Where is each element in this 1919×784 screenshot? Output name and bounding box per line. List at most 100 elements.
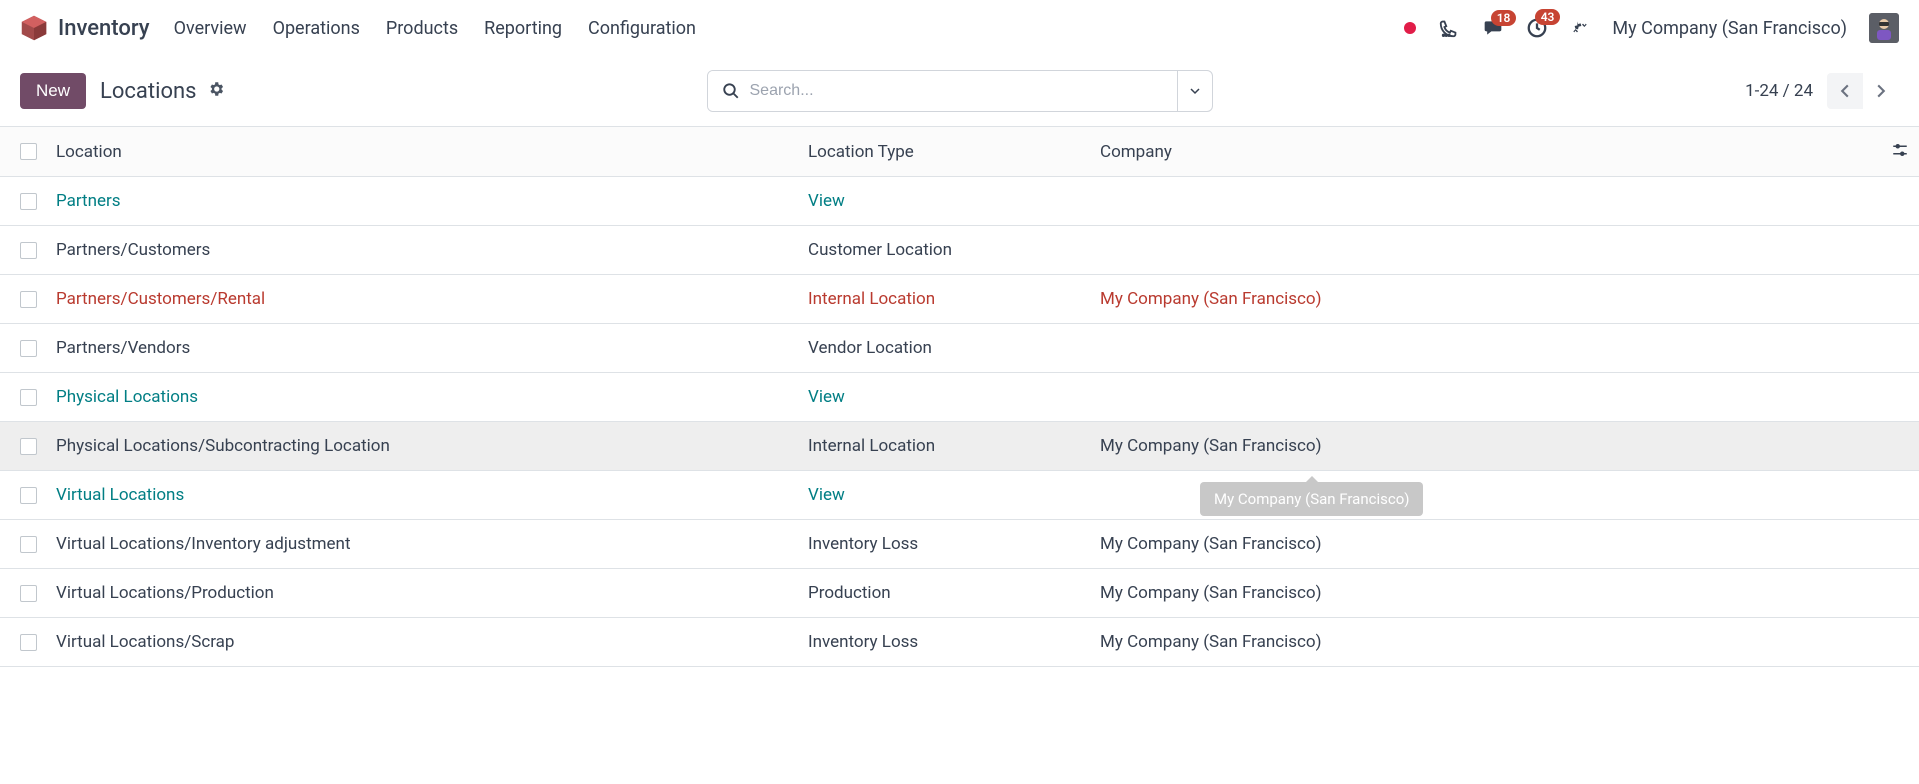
activities-badge: 43 bbox=[1535, 9, 1561, 25]
cell-location[interactable]: Virtual Locations bbox=[56, 485, 808, 505]
table-row[interactable]: PartnersView bbox=[0, 177, 1919, 226]
row-checkbox[interactable] bbox=[20, 585, 37, 602]
activities-icon[interactable]: 43 bbox=[1526, 17, 1548, 39]
new-button[interactable]: New bbox=[20, 73, 86, 109]
nav-operations[interactable]: Operations bbox=[273, 18, 360, 39]
cell-location[interactable]: Virtual Locations/Inventory adjustment bbox=[56, 534, 808, 554]
company-switcher[interactable]: My Company (San Francisco) bbox=[1612, 18, 1847, 39]
select-all-checkbox[interactable] bbox=[20, 143, 37, 160]
nav-overview[interactable]: Overview bbox=[174, 18, 247, 39]
cell-location[interactable]: Virtual Locations/Production bbox=[56, 583, 808, 603]
cell-type: Inventory Loss bbox=[808, 632, 1100, 652]
cell-type: Customer Location bbox=[808, 240, 1100, 260]
row-checkbox[interactable] bbox=[20, 389, 37, 406]
search-input[interactable] bbox=[750, 82, 1163, 100]
cell-type: Inventory Loss bbox=[808, 534, 1100, 554]
table-row[interactable]: Virtual Locations/ScrapInventory LossMy … bbox=[0, 618, 1919, 667]
row-checkbox-cell bbox=[0, 585, 56, 602]
recording-indicator bbox=[1404, 22, 1416, 34]
row-checkbox[interactable] bbox=[20, 291, 37, 308]
messages-icon[interactable]: 18 bbox=[1482, 18, 1504, 38]
cell-location[interactable]: Partners bbox=[56, 191, 808, 211]
user-avatar[interactable] bbox=[1869, 13, 1899, 43]
gear-icon[interactable] bbox=[207, 80, 225, 102]
cell-type: View bbox=[808, 485, 1100, 505]
adjust-columns-icon[interactable] bbox=[1891, 141, 1909, 163]
header-type[interactable]: Location Type bbox=[808, 142, 1100, 162]
cell-type: Production bbox=[808, 583, 1100, 603]
cell-company: My Company (San Francisco) bbox=[1100, 632, 1919, 652]
pager-buttons bbox=[1827, 73, 1899, 109]
row-checkbox-cell bbox=[0, 340, 56, 357]
phone-icon[interactable] bbox=[1438, 17, 1460, 39]
header-company[interactable]: Company bbox=[1100, 142, 1919, 162]
cell-location[interactable]: Virtual Locations/Scrap bbox=[56, 632, 808, 652]
search-icon bbox=[722, 82, 740, 100]
row-checkbox-cell bbox=[0, 634, 56, 651]
chevron-right-icon bbox=[1874, 84, 1888, 98]
cell-type: Internal Location bbox=[808, 289, 1100, 309]
row-checkbox-cell bbox=[0, 242, 56, 259]
chevron-left-icon bbox=[1838, 84, 1852, 98]
pager-text[interactable]: 1-24 / 24 bbox=[1745, 81, 1813, 101]
cell-location[interactable]: Physical Locations bbox=[56, 387, 808, 407]
row-checkbox-cell bbox=[0, 487, 56, 504]
top-nav: Inventory Overview Operations Products R… bbox=[0, 0, 1919, 56]
pager: 1-24 / 24 bbox=[1745, 73, 1899, 109]
tooltip: My Company (San Francisco) bbox=[1200, 482, 1423, 516]
search-box bbox=[707, 70, 1213, 112]
cell-type: View bbox=[808, 387, 1100, 407]
table-body: PartnersViewPartners/CustomersCustomer L… bbox=[0, 177, 1919, 667]
row-checkbox[interactable] bbox=[20, 242, 37, 259]
header-checkbox-cell bbox=[0, 143, 56, 160]
row-checkbox-cell bbox=[0, 438, 56, 455]
cell-company: My Company (San Francisco)My Company (Sa… bbox=[1100, 436, 1919, 456]
header-location[interactable]: Location bbox=[56, 142, 808, 162]
page-title: Locations bbox=[100, 79, 196, 104]
table-row[interactable]: Partners/Customers/RentalInternal Locati… bbox=[0, 275, 1919, 324]
row-checkbox-cell bbox=[0, 291, 56, 308]
chevron-down-icon bbox=[1190, 86, 1200, 96]
row-checkbox-cell bbox=[0, 389, 56, 406]
topnav-right: 18 43 My Company (San Francisco) bbox=[1404, 13, 1899, 43]
row-checkbox[interactable] bbox=[20, 634, 37, 651]
cell-type: Internal Location bbox=[808, 436, 1100, 456]
pager-next[interactable] bbox=[1863, 73, 1899, 109]
table-row[interactable]: Partners/VendorsVendor Location bbox=[0, 324, 1919, 373]
row-checkbox[interactable] bbox=[20, 340, 37, 357]
row-checkbox[interactable] bbox=[20, 193, 37, 210]
cell-type: Vendor Location bbox=[808, 338, 1100, 358]
nav-products[interactable]: Products bbox=[386, 18, 458, 39]
table-row[interactable]: Physical LocationsView bbox=[0, 373, 1919, 422]
table-row[interactable]: Virtual Locations/Inventory adjustmentIn… bbox=[0, 520, 1919, 569]
table-row[interactable]: Virtual LocationsView bbox=[0, 471, 1919, 520]
pager-prev[interactable] bbox=[1827, 73, 1863, 109]
table-header: Location Location Type Company bbox=[0, 127, 1919, 177]
debug-icon[interactable] bbox=[1570, 18, 1590, 38]
cell-location[interactable]: Partners/Vendors bbox=[56, 338, 808, 358]
app-logo[interactable] bbox=[20, 14, 48, 42]
row-checkbox[interactable] bbox=[20, 536, 37, 553]
cell-company: My Company (San Francisco) bbox=[1100, 289, 1919, 309]
control-bar: New Locations 1-24 / 24 bbox=[0, 56, 1919, 126]
nav-configuration[interactable]: Configuration bbox=[588, 18, 696, 39]
table-row[interactable]: Virtual Locations/ProductionProductionMy… bbox=[0, 569, 1919, 618]
table-area: Location Location Type Company PartnersV… bbox=[0, 126, 1919, 667]
row-checkbox-cell bbox=[0, 193, 56, 210]
table-row[interactable]: Physical Locations/Subcontracting Locati… bbox=[0, 422, 1919, 471]
row-checkbox[interactable] bbox=[20, 487, 37, 504]
cell-location[interactable]: Physical Locations/Subcontracting Locati… bbox=[56, 436, 808, 456]
cell-location[interactable]: Partners/Customers/Rental bbox=[56, 289, 808, 309]
row-checkbox[interactable] bbox=[20, 438, 37, 455]
app-title[interactable]: Inventory bbox=[58, 16, 150, 41]
cell-location[interactable]: Partners/Customers bbox=[56, 240, 808, 260]
row-checkbox-cell bbox=[0, 536, 56, 553]
nav-links: Overview Operations Products Reporting C… bbox=[174, 18, 1405, 39]
cell-type: View bbox=[808, 191, 1100, 211]
search-dropdown-toggle[interactable] bbox=[1178, 71, 1212, 111]
table-row[interactable]: Partners/CustomersCustomer Location bbox=[0, 226, 1919, 275]
nav-reporting[interactable]: Reporting bbox=[484, 18, 562, 39]
search-main[interactable] bbox=[708, 71, 1178, 111]
messages-badge: 18 bbox=[1491, 10, 1517, 26]
cell-company: My Company (San Francisco) bbox=[1100, 583, 1919, 603]
